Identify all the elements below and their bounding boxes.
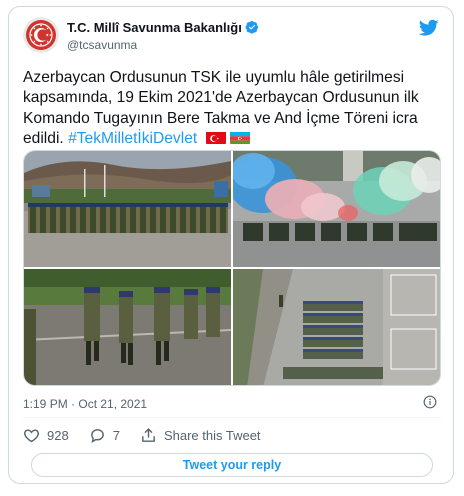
media-grid (23, 150, 441, 386)
photo-aerial-formation[interactable] (233, 269, 440, 385)
hashtag-link[interactable]: #TekMilletİkiDevlet (68, 130, 197, 147)
share-button[interactable]: Share this Tweet (140, 427, 261, 444)
avatar[interactable] (23, 17, 59, 53)
action-bar: 928 7 Share this Tweet (23, 425, 281, 445)
photo-aerial-colored-smoke[interactable] (233, 151, 440, 267)
reply-count: 7 (112, 427, 120, 443)
reply-button[interactable]: 7 (89, 427, 120, 444)
like-button[interactable]: 928 (23, 427, 69, 444)
share-label: Share this Tweet (163, 427, 261, 443)
msb-emblem-icon (23, 17, 59, 53)
author-name-text: T.C. Millî Savunma Bakanlığı (67, 20, 242, 35)
photo-soldiers-lined-up[interactable] (24, 151, 231, 267)
verified-badge-icon (245, 20, 258, 34)
author-name[interactable]: T.C. Millî Savunma Bakanlığı (67, 20, 259, 35)
photo-soldiers-marching[interactable] (24, 269, 231, 385)
twitter-bird-icon[interactable] (419, 19, 439, 37)
reply-bubble-icon (90, 428, 104, 443)
info-icon[interactable] (423, 395, 437, 409)
tweet-timestamp[interactable]: 1:19 PM · Oct 21, 2021 (23, 397, 147, 411)
share-upload-icon (142, 427, 155, 442)
tweet-your-reply-button[interactable]: Tweet your reply (31, 453, 433, 477)
heart-icon (24, 428, 39, 442)
azerbaijan-flag-icon (229, 131, 250, 144)
tweet-text: Azerbaycan Ordusunun TSK ile uyumlu hâle… (23, 68, 441, 149)
author-handle[interactable]: @tcsavunma (67, 38, 137, 52)
turkey-flag-icon (205, 131, 226, 144)
tweet-card: T.C. Millî Savunma Bakanlığı @tcsavunma … (8, 6, 454, 484)
like-count: 928 (47, 427, 69, 443)
divider (23, 417, 441, 418)
